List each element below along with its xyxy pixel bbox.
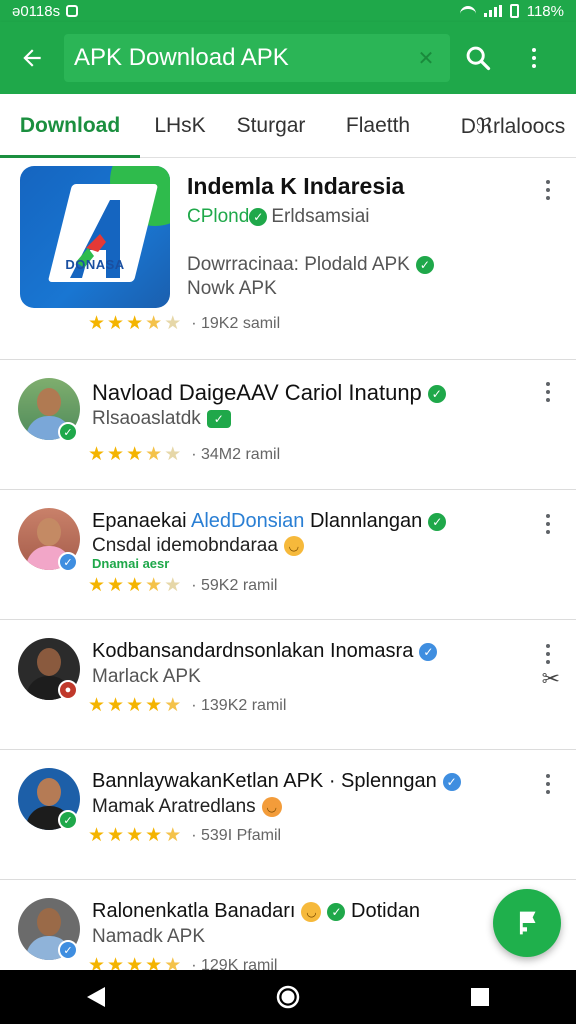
item-title: BannlaywakanKetlan APK · Splenngan xyxy=(92,770,437,792)
verified-icon: ✓ xyxy=(206,409,231,428)
badge-icon: ✓ xyxy=(58,810,78,830)
install-count: · 59K2 ramil xyxy=(191,576,278,594)
badge-icon: ✓ xyxy=(58,940,78,960)
item-title-suffix: Dotidan xyxy=(351,900,420,922)
emoji-icon: ◡ xyxy=(301,901,322,922)
install-count: · 139K2 ramil xyxy=(191,696,287,714)
clear-search-icon[interactable]: ✕ xyxy=(414,46,438,71)
verified-icon: ✓ xyxy=(427,385,446,404)
circle-home-icon xyxy=(276,985,300,1009)
item-title: Ralonenkatla Banadarı xyxy=(92,900,296,922)
emoji-icon: ◡ xyxy=(261,796,282,817)
rating: ★ ★ ★ ★ ★ · 34M2 ramil xyxy=(88,444,281,465)
item-subtitle: Rlsaoaslatdk xyxy=(92,408,201,429)
system-nav-bar xyxy=(0,970,576,1024)
more-options-button[interactable] xyxy=(538,770,558,798)
back-button[interactable] xyxy=(0,22,64,94)
more-options-button[interactable] xyxy=(538,640,558,668)
unpin-icon[interactable]: ✂ xyxy=(542,666,560,692)
more-options-button[interactable] xyxy=(538,176,558,204)
square-recents-icon xyxy=(471,988,489,1006)
tab-lhsk[interactable]: LHsK xyxy=(140,94,220,158)
search-input[interactable]: APK Download APK xyxy=(74,44,414,72)
rating: ★ ★ ★ ★ ★ · 59K2 ramil xyxy=(88,575,278,596)
item-title: Indemla K Indaresia xyxy=(187,173,405,199)
search-field[interactable]: APK Download APK ✕ xyxy=(64,34,450,82)
notification-icon xyxy=(66,5,79,17)
battery-level: 118% xyxy=(526,2,564,20)
list-item[interactable]: ✓ Navload DaigeAAV Cariol Inatunp ✓ Rlsao… xyxy=(0,360,576,490)
more-vert-icon xyxy=(532,48,536,68)
badge-icon: ✓ xyxy=(58,422,78,442)
triangle-back-icon xyxy=(87,987,105,1007)
rating: ★ ★ ★ ★ ★ · 19K2 samil xyxy=(88,313,281,334)
install-count: · 539I Pfamil xyxy=(191,826,282,844)
verified-icon: ✓ xyxy=(249,207,268,226)
install-count: · 34M2 ramil xyxy=(191,445,281,463)
tab-flaetth[interactable]: Flaetth xyxy=(322,94,434,158)
item-description: Dowrracinaa: Plodald APK xyxy=(187,254,410,275)
nav-recents-button[interactable] xyxy=(440,970,520,1024)
tab-download[interactable]: Download xyxy=(0,94,140,158)
verified-icon: ✓ xyxy=(428,512,447,531)
list-item[interactable]: ● Kodbansandardnsonlakan Inomasra ✓ Marla… xyxy=(0,620,576,750)
overflow-menu-button[interactable] xyxy=(506,22,562,94)
verified-icon: ✓ xyxy=(442,772,461,791)
item-title: Kodbansandardnsonlakan Inomasra xyxy=(92,640,414,662)
search-icon xyxy=(466,46,491,71)
item-title: Epanaekai xyxy=(92,510,187,532)
app-icon: DONASA xyxy=(20,166,170,308)
signal-icon xyxy=(483,5,502,17)
badge-icon: ✓ xyxy=(58,552,78,572)
status-bar: ə0118s 118% xyxy=(0,0,576,22)
search-button[interactable] xyxy=(450,22,506,94)
wifi-icon xyxy=(459,6,476,16)
tab-drlaloocs[interactable]: Dℜrlaloocs xyxy=(450,94,576,158)
badge-icon: ● xyxy=(58,680,78,700)
tab-sturgar[interactable]: Sturgar xyxy=(220,94,322,158)
nav-back-button[interactable] xyxy=(56,970,136,1024)
rating: ★ ★ ★ ★ ★ · 139K2 ramil xyxy=(88,695,287,716)
item-subtitle: Namadk APK xyxy=(92,926,205,947)
list-item[interactable]: DONASA Indemla K Indaresia CPlond ✓ Erldsa… xyxy=(0,158,576,360)
item-title-suffix: Dlannlangan xyxy=(309,510,423,532)
arrow-back-icon xyxy=(23,49,41,67)
item-subtitle: Cnsdal idemobndaraa xyxy=(92,535,278,556)
item-subtitle: Erldsamsiai xyxy=(271,206,370,227)
item-tag: Dnamai aesr xyxy=(92,556,170,571)
status-time: ə0118s xyxy=(12,2,61,20)
verified-icon: ✓ xyxy=(419,642,438,661)
item-title: Navload DaigeAAV Cariol Inatunp xyxy=(92,380,422,405)
developer-name: CPlond xyxy=(187,206,250,227)
list-item[interactable]: ✓ BannlaywakanKetlan APK · Splenngan ✓ Ma… xyxy=(0,750,576,880)
tab-bar: Download LHsK Sturgar Flaetth Dℜrlaloocs xyxy=(0,94,576,158)
more-options-button[interactable] xyxy=(538,378,558,406)
item-subtitle: Marlack APK xyxy=(92,666,201,687)
rating: ★ ★ ★ ★ ★ · 539I Pfamil xyxy=(88,825,282,846)
battery-icon xyxy=(509,4,519,18)
flag-icon xyxy=(517,911,536,935)
app-icon-label: DONASA xyxy=(65,257,125,272)
item-category: Nowk APK xyxy=(187,278,277,299)
item-title-highlight: AledDonsian xyxy=(190,510,305,532)
verified-icon: ✓ xyxy=(327,902,346,921)
install-count: · 19K2 samil xyxy=(191,314,281,332)
fab-button[interactable] xyxy=(493,889,561,957)
item-subtitle: Mamak Aratredlans xyxy=(92,796,256,817)
more-options-button[interactable] xyxy=(538,510,558,538)
app-list: DONASA Indemla K Indaresia CPlond ✓ Erldsa… xyxy=(0,158,576,1010)
list-item[interactable]: ✓ Epanaekai AledDonsian Dlannlangan ✓ Cns… xyxy=(0,490,576,620)
verified-icon: ✓ xyxy=(415,255,434,274)
app-bar: APK Download APK ✕ xyxy=(0,22,576,94)
nav-home-button[interactable] xyxy=(248,970,328,1024)
emoji-icon: ◡ xyxy=(283,535,304,556)
